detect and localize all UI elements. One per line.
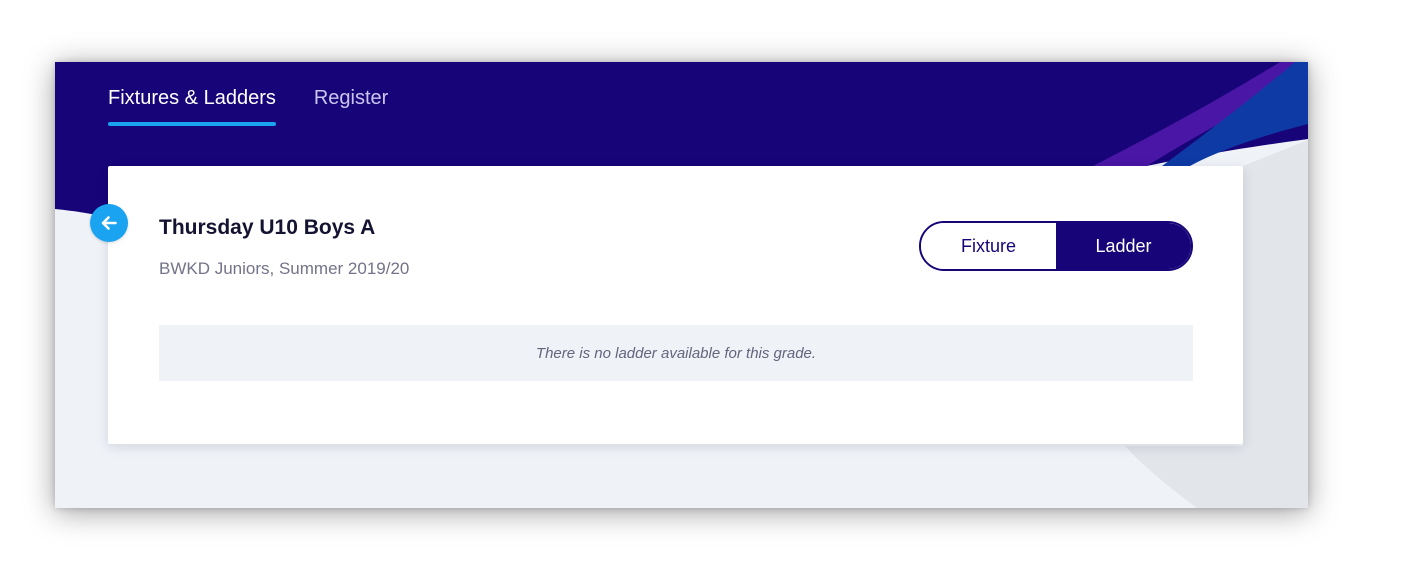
tab-fixtures-ladders[interactable]: Fixtures & Ladders: [108, 62, 276, 126]
tab-register-label: Register: [313, 87, 389, 109]
top-nav: Fixtures & Ladders Register: [108, 62, 426, 132]
arrow-left-icon: [101, 216, 117, 230]
back-button[interactable]: [90, 204, 128, 242]
empty-ladder-message: There is no ladder available for this gr…: [159, 325, 1193, 381]
fixture-ladder-toggle: Fixture Ladder: [919, 221, 1193, 271]
fixture-button[interactable]: Fixture: [921, 223, 1056, 269]
grade-title: Thursday U10 Boys A: [159, 216, 376, 239]
grade-card: Thursday U10 Boys A BWKD Juniors, Summer…: [108, 166, 1243, 444]
app-window: Fixtures & Ladders Register Thursday U10…: [55, 62, 1308, 508]
active-tab-underline: [108, 122, 276, 126]
grade-subtitle: BWKD Juniors, Summer 2019/20: [159, 259, 410, 278]
tab-fixtures-ladders-label: Fixtures & Ladders: [108, 87, 276, 109]
tab-register[interactable]: Register: [314, 62, 388, 110]
ladder-button[interactable]: Ladder: [1056, 223, 1191, 269]
